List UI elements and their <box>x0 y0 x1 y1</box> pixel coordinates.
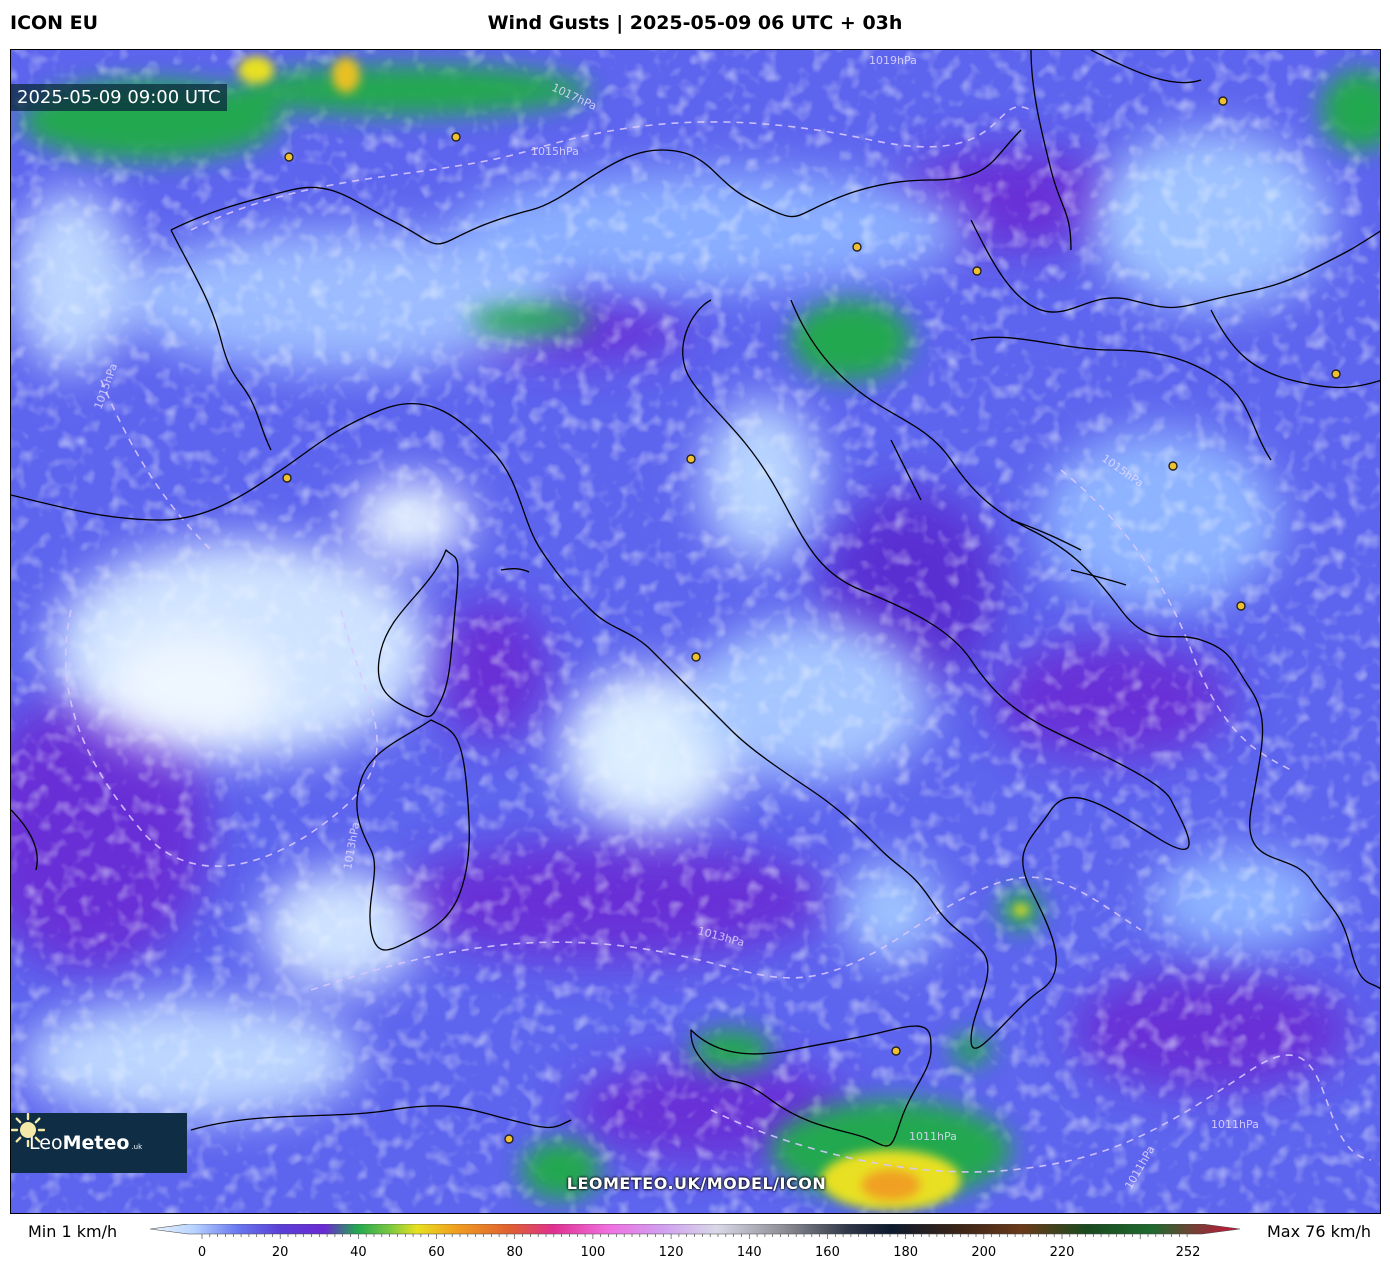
source-watermark: LEOMETEO.UK/MODEL/ICON <box>566 1174 827 1193</box>
colorbar-tick-label: 140 <box>737 1245 762 1260</box>
city-marker <box>504 1134 514 1144</box>
city-marker <box>1236 601 1246 611</box>
colorbar-tick-label: 160 <box>815 1245 840 1260</box>
colorbar-tick-label: 100 <box>580 1245 605 1260</box>
leometeo-logo[interactable]: LeoMeteo .uk <box>11 1113 187 1173</box>
city-marker <box>451 132 461 142</box>
colorbar-tick-label: 0 <box>198 1245 206 1260</box>
colorbar-tick-label: 120 <box>659 1245 684 1260</box>
isobar-label: 1019hPa <box>869 54 917 67</box>
city-marker <box>852 242 862 252</box>
colorbar-tick-label: 40 <box>350 1245 367 1260</box>
city-marker <box>1168 461 1178 471</box>
colorbar-tick-label: 60 <box>428 1245 445 1260</box>
map-canvas: 1019hPa 1017hPa 1015hPa 1015hPa 1013hPa … <box>11 50 1380 1213</box>
city-marker <box>686 454 696 464</box>
legend-min-label: Min 1 km/h <box>28 1222 118 1241</box>
city-marker <box>891 1046 901 1056</box>
chart-title: Wind Gusts | 2025-05-09 06 UTC + 03h <box>487 12 903 34</box>
colorbar: 0 20 40 60 80 100 120 140 160 180 200 220 252 <box>150 1224 1241 1260</box>
city-marker <box>1331 369 1341 379</box>
city-marker <box>282 473 292 483</box>
isobar-label: 1011hPa <box>1211 1118 1259 1131</box>
colorbar-tick-label: 252 <box>1176 1245 1201 1260</box>
city-marker <box>284 152 294 162</box>
legend-max-label: Max 76 km/h <box>1267 1222 1371 1241</box>
city-marker <box>972 266 982 276</box>
colorbar-tick-label: 200 <box>971 1245 996 1260</box>
wind-gust-map[interactable]: 1019hPa 1017hPa 1015hPa 1015hPa 1013hPa … <box>10 49 1381 1214</box>
logo-suffix: .uk <box>131 1143 143 1151</box>
sun-icon <box>11 1113 45 1147</box>
colorbar-tick-label: 220 <box>1050 1245 1075 1260</box>
colorbar-tick-label: 80 <box>506 1245 523 1260</box>
colorbar-tick-label: 180 <box>893 1245 918 1260</box>
isobar-label: 1015hPa <box>531 145 579 158</box>
city-marker <box>691 652 701 662</box>
city-marker <box>1218 96 1228 106</box>
colorbar-tick-label: 20 <box>272 1245 289 1260</box>
field-texture <box>11 50 1380 1213</box>
valid-time-label: 2025-05-09 09:00 UTC <box>11 84 227 111</box>
isobar-label: 1011hPa <box>909 1130 957 1143</box>
